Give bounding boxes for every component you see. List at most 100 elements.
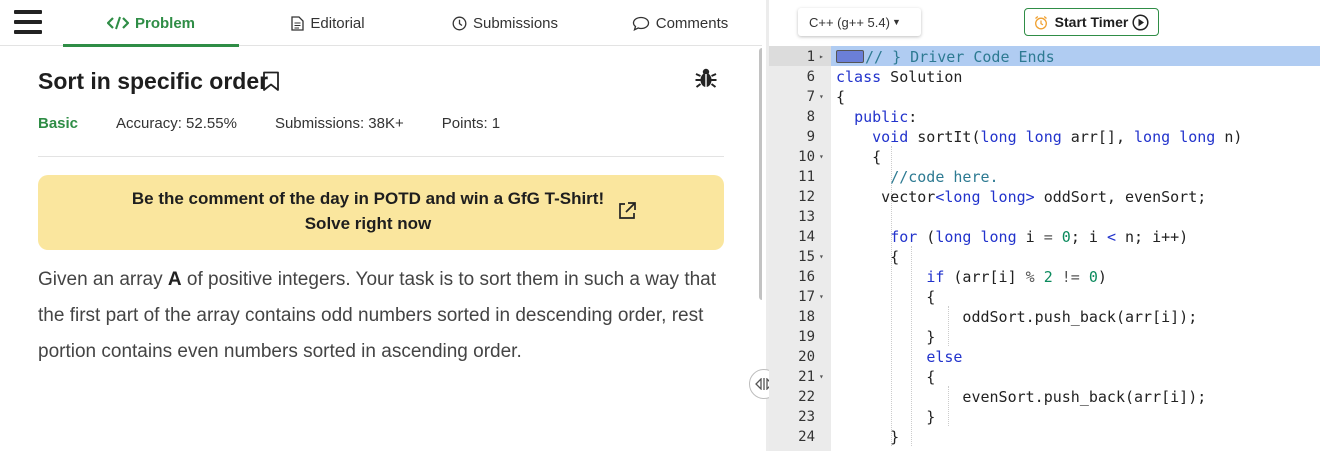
line-number: 15 ▾ (769, 247, 831, 267)
line-number: 6 (769, 67, 831, 87)
chevron-down-icon: ▼ (891, 17, 901, 27)
difficulty-badge: Basic (38, 115, 79, 132)
line-number: 8 (769, 107, 831, 127)
line-number-text: 22 (798, 389, 815, 405)
points-stat: Points: 1 (441, 115, 501, 132)
document-icon (291, 15, 305, 31)
banner-cta: Solve right now (304, 214, 432, 233)
line-number: 1 ▸ (769, 47, 831, 67)
code-icon (106, 16, 129, 30)
line-number-text: 11 (798, 169, 815, 185)
external-link-icon[interactable] (617, 201, 637, 226)
bookmark-icon[interactable] (262, 71, 280, 97)
fold-collapsed-icon[interactable]: ▸ (819, 47, 824, 67)
code-editor[interactable]: // } Driver Code Ends class Solution{ pub… (831, 46, 1320, 451)
code-line[interactable]: void sortIt(long long arr[], long long n… (836, 127, 1242, 147)
line-number: 10 ▾ (769, 147, 831, 167)
line-number: 22 (769, 387, 831, 407)
line-number: 19 (769, 327, 831, 347)
line-number-text: 21 (798, 369, 815, 385)
line-number: 16 (769, 267, 831, 287)
code-line[interactable]: { (836, 367, 935, 387)
line-number-text: 1 (806, 49, 815, 65)
code-line[interactable]: } (836, 427, 899, 447)
line-number-text: 13 (798, 209, 815, 225)
code-line[interactable]: else (836, 347, 962, 367)
code-line[interactable]: { (836, 287, 935, 307)
code-line[interactable]: if (arr[i] % 2 != 0) (836, 267, 1107, 287)
line-number: 18 (769, 307, 831, 327)
code-line[interactable]: //code here. (836, 167, 998, 187)
start-timer-label: Start Timer (1054, 14, 1129, 30)
line-number-text: 16 (798, 269, 815, 285)
problem-title: Sort in specific order (38, 68, 269, 94)
fold-expanded-icon[interactable]: ▾ (819, 247, 824, 267)
code-line[interactable]: // } Driver Code Ends (836, 47, 1055, 67)
line-number-text: 14 (798, 229, 815, 245)
line-number-text: 17 (798, 289, 815, 305)
accuracy-stat: Accuracy: 52.55% (116, 115, 237, 132)
code-line[interactable]: class Solution (836, 67, 962, 87)
code-line[interactable]: oddSort.push_back(arr[i]); (836, 307, 1197, 327)
line-number-text: 24 (798, 429, 815, 445)
line-number: 12 (769, 187, 831, 207)
line-number-gutter: 1 ▸ 6 7 ▾ 8 9 10 ▾ 11 12 13 14 15 ▾ 16 17 ▾ 18 19 20 21 ▾ 22 23 2… (769, 46, 831, 451)
fold-expanded-icon[interactable]: ▾ (819, 367, 824, 387)
problem-tabbar: Problem Editorial Submissions Comments (0, 0, 762, 47)
line-number: 7 ▾ (769, 87, 831, 107)
problem-meta: Basic Accuracy: 52.55% Submissions: 38K+… (38, 115, 538, 132)
scrollbar[interactable] (759, 48, 762, 300)
line-number: 9 (769, 127, 831, 147)
tab-submissions[interactable]: Submissions (440, 0, 570, 46)
editor-toolbar: C++ (g++ 5.4) ▼ Start Timer (769, 0, 1320, 46)
code-line[interactable]: } (836, 407, 935, 427)
code-line[interactable]: { (836, 247, 899, 267)
code-line[interactable]: } (836, 327, 935, 347)
start-timer-button[interactable]: Start Timer (1024, 8, 1159, 36)
line-number-text: 18 (798, 309, 815, 325)
line-number-text: 23 (798, 409, 815, 425)
problem-description: Given an array A of positive integers. Y… (38, 262, 728, 370)
line-number: 23 (769, 407, 831, 427)
code-line[interactable]: for (long long i = 0; i < n; i++) (836, 227, 1188, 247)
tab-editorial-label: Editorial (310, 14, 365, 32)
code-line[interactable]: public: (836, 107, 917, 127)
editor-pane: C++ (g++ 5.4) ▼ Start Timer 1 ▸ 6 7 ▾ 8 9 10 ▾ 11 1… (769, 0, 1320, 451)
line-number: 13 (769, 207, 831, 227)
hamburger-menu-icon[interactable] (14, 8, 42, 36)
line-number: 24 (769, 427, 831, 447)
description-variable: A (167, 269, 182, 290)
line-number: 21 ▾ (769, 367, 831, 387)
code-line[interactable]: { (836, 147, 881, 167)
problem-pane: Problem Editorial Submissions Comments S… (0, 0, 762, 451)
fold-expanded-icon[interactable]: ▾ (819, 147, 824, 167)
line-number-text: 12 (798, 189, 815, 205)
language-select[interactable]: C++ (g++ 5.4) ▼ (798, 8, 921, 36)
tab-submissions-label: Submissions (472, 14, 559, 32)
submissions-stat: Submissions: 38K+ (274, 115, 404, 132)
report-bug-icon[interactable] (694, 66, 718, 95)
line-number-text: 8 (806, 109, 815, 125)
line-number-text: 6 (806, 69, 815, 85)
fold-expanded-icon[interactable]: ▾ (819, 87, 824, 107)
line-number: 20 (769, 347, 831, 367)
code-line[interactable]: evenSort.push_back(arr[i]); (836, 387, 1206, 407)
line-number-text: 19 (798, 329, 815, 345)
line-number-text: 10 (798, 149, 815, 165)
tab-editorial[interactable]: Editorial (270, 0, 386, 46)
line-number-text: 9 (806, 129, 815, 145)
tab-problem[interactable]: Problem (63, 0, 239, 47)
line-number: 11 (769, 167, 831, 187)
alarm-clock-icon (1034, 15, 1048, 30)
tab-comments[interactable]: Comments (620, 0, 740, 46)
banner-headline: Be the comment of the day in POTD and wi… (131, 189, 605, 208)
potd-banner[interactable]: Be the comment of the day in POTD and wi… (38, 175, 724, 250)
code-line[interactable]: { (836, 87, 845, 107)
code-line[interactable]: vector<long long> oddSort, evenSort; (836, 187, 1206, 207)
language-value: C++ (g++ 5.4) (809, 14, 890, 30)
divider (38, 156, 724, 157)
line-number-text: 7 (806, 89, 815, 105)
fold-expanded-icon[interactable]: ▾ (819, 287, 824, 307)
line-number-text: 15 (798, 249, 815, 265)
folded-code-marker-icon[interactable] (836, 50, 864, 63)
